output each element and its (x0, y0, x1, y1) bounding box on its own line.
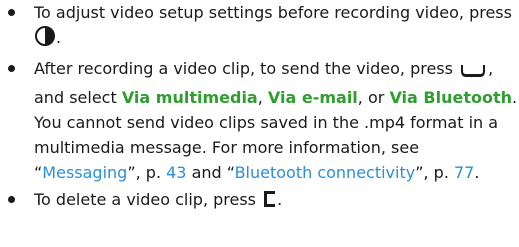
bluetooth-connectivity-link[interactable]: Bluetooth connectivity (235, 163, 416, 182)
navigation-key-icon (34, 25, 56, 54)
instruction-text: After recording a video clip, to send th… (34, 59, 453, 78)
instruction-text-end: . (474, 163, 480, 182)
via-email-option: Via e-mail (267, 88, 358, 107)
instruction-text: ”, p. (415, 163, 449, 182)
separator-text: , (357, 88, 363, 107)
via-multimedia-option: Via multimedia (121, 88, 258, 107)
instruction-text-end: . (277, 190, 283, 209)
messaging-page-link[interactable]: 43 (166, 163, 186, 182)
instruction-text: and “ (191, 163, 235, 182)
manual-page: To adjust video setup settings before re… (0, 0, 519, 247)
instruction-text-end: . (56, 28, 62, 47)
bluetooth-page-link[interactable]: 77 (454, 163, 474, 182)
list-item: To delete a video clip, press . (0, 187, 519, 216)
list-item: After recording a video clip, to send th… (0, 56, 519, 185)
separator-text: , (257, 88, 263, 107)
list-item: To adjust video setup settings before re… (0, 0, 519, 54)
via-bluetooth-option: Via Bluetooth (389, 88, 512, 107)
bullet-icon (8, 196, 15, 203)
instruction-list: To adjust video setup settings before re… (0, 0, 519, 218)
bullet-icon (8, 9, 15, 16)
call-key-icon (458, 60, 488, 85)
instruction-text: To delete a video clip, press (34, 190, 257, 209)
instruction-text: To adjust video setup settings before re… (34, 3, 512, 22)
instruction-text: or (367, 88, 385, 107)
messaging-link[interactable]: Messaging (42, 163, 127, 182)
clear-key-icon (261, 189, 277, 216)
bullet-icon (8, 65, 15, 72)
instruction-text: ”, p. (127, 163, 162, 182)
